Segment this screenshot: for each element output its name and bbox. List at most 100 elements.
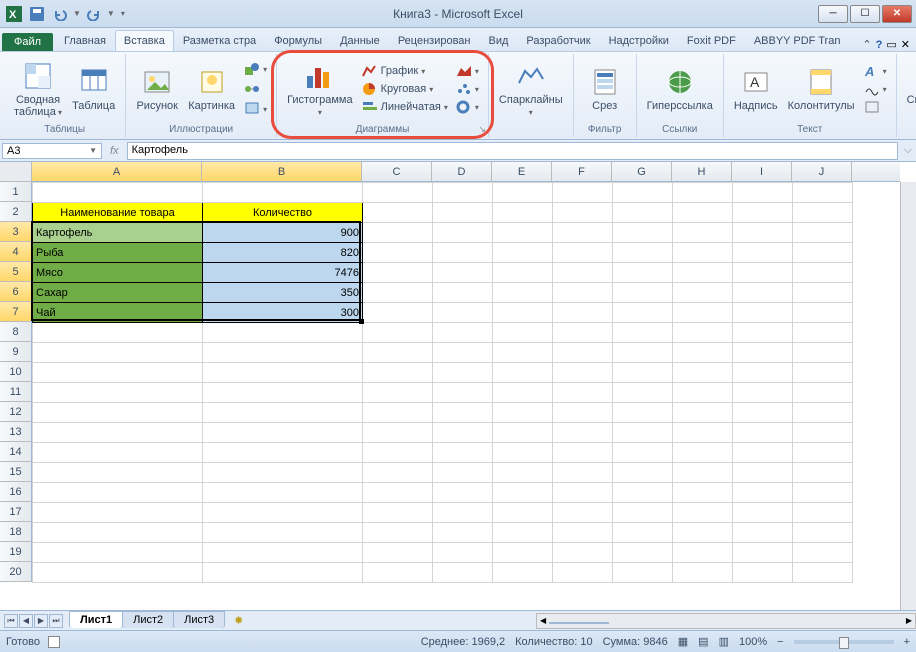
hyperlink-button[interactable]: Гиперссылка [643,64,717,114]
cell-H7[interactable] [673,303,733,323]
cell-D10[interactable] [433,363,493,383]
save-icon[interactable] [27,4,47,24]
cell-H5[interactable] [673,263,733,283]
row-header-8[interactable]: 8 [0,322,31,342]
col-header-D[interactable]: D [432,162,492,181]
sheet-tab-1[interactable]: Лист2 [122,611,174,628]
cell-G15[interactable] [613,463,673,483]
cell-D5[interactable] [433,263,493,283]
last-sheet-icon[interactable]: ⏭ [49,614,63,628]
cell-I6[interactable] [733,283,793,303]
ribbon-tab-2[interactable]: Разметка стра [174,30,265,51]
cell-F20[interactable] [553,563,613,583]
cell-F13[interactable] [553,423,613,443]
cell-A19[interactable] [33,543,203,563]
cell-J4[interactable] [793,243,853,263]
row-header-11[interactable]: 11 [0,382,31,402]
cell-J15[interactable] [793,463,853,483]
cell-H17[interactable] [673,503,733,523]
cell-J6[interactable] [793,283,853,303]
row-header-14[interactable]: 14 [0,442,31,462]
cell-I8[interactable] [733,323,793,343]
cell-A1[interactable] [33,183,203,203]
ribbon-tab-5[interactable]: Рецензирован [389,30,480,51]
cell-B19[interactable] [203,543,363,563]
cell-J14[interactable] [793,443,853,463]
pivot-table-button[interactable]: Сводная таблица [10,58,66,120]
cell-B12[interactable] [203,403,363,423]
ribbon-tab-8[interactable]: Надстройки [600,30,678,51]
cell-D7[interactable] [433,303,493,323]
select-all-corner[interactable] [0,162,32,182]
ribbon-tab-4[interactable]: Данные [331,30,389,51]
cell-E20[interactable] [493,563,553,583]
cell-D12[interactable] [433,403,493,423]
cell-C3[interactable] [363,223,433,243]
dropdown-icon[interactable]: ▼ [107,9,115,18]
cell-G11[interactable] [613,383,673,403]
cell-F5[interactable] [553,263,613,283]
object-button[interactable] [861,99,890,115]
cell-C19[interactable] [363,543,433,563]
cell-E15[interactable] [493,463,553,483]
col-header-E[interactable]: E [492,162,552,181]
ribbon-tab-6[interactable]: Вид [480,30,518,51]
cell-I18[interactable] [733,523,793,543]
row-header-9[interactable]: 9 [0,342,31,362]
cell-F12[interactable] [553,403,613,423]
cell-D9[interactable] [433,343,493,363]
cell-J8[interactable] [793,323,853,343]
cell-B3[interactable]: 900 [203,223,363,243]
help-icon[interactable]: ? [876,39,883,51]
col-header-H[interactable]: H [672,162,732,181]
cell-G19[interactable] [613,543,673,563]
cell-I19[interactable] [733,543,793,563]
mdi-minimize-icon[interactable]: ▭ [886,38,896,51]
expand-formula-icon[interactable]: ⌵ [900,144,916,157]
cell-D1[interactable] [433,183,493,203]
table-button[interactable]: Таблица [68,64,119,114]
cell-A12[interactable] [33,403,203,423]
cell-E5[interactable] [493,263,553,283]
cell-C20[interactable] [363,563,433,583]
clipart-button[interactable]: Картинка [184,64,239,114]
cell-I12[interactable] [733,403,793,423]
screenshot-button[interactable] [241,100,270,118]
cell-G16[interactable] [613,483,673,503]
cell-H1[interactable] [673,183,733,203]
cell-J13[interactable] [793,423,853,443]
cell-G7[interactable] [613,303,673,323]
cell-F4[interactable] [553,243,613,263]
row-header-19[interactable]: 19 [0,542,31,562]
cell-A6[interactable]: Сахар [33,283,203,303]
cell-E2[interactable] [493,203,553,223]
col-header-F[interactable]: F [552,162,612,181]
vertical-scrollbar[interactable] [900,182,916,610]
sheet-tab-0[interactable]: Лист1 [69,611,123,628]
formula-input[interactable]: Картофель [127,142,898,160]
smartart-button[interactable] [241,80,270,98]
ribbon-tab-9[interactable]: Foxit PDF [678,30,745,51]
row-header-12[interactable]: 12 [0,402,31,422]
cell-D8[interactable] [433,323,493,343]
col-header-A[interactable]: A [32,162,202,181]
cell-H12[interactable] [673,403,733,423]
row-header-1[interactable]: 1 [0,182,31,202]
cell-C15[interactable] [363,463,433,483]
view-pagebreak-icon[interactable]: ▥ [719,635,729,648]
cell-J1[interactable] [793,183,853,203]
row-header-7[interactable]: 7 [0,302,31,322]
cell-A14[interactable] [33,443,203,463]
cell-B1[interactable] [203,183,363,203]
cell-E9[interactable] [493,343,553,363]
cell-J18[interactable] [793,523,853,543]
cell-A15[interactable] [33,463,203,483]
cell-F17[interactable] [553,503,613,523]
close-button[interactable]: ✕ [882,5,912,23]
wordart-button[interactable]: A [861,63,890,79]
symbol-button[interactable]: Ω Символы [903,58,916,120]
cell-I1[interactable] [733,183,793,203]
cell-E11[interactable] [493,383,553,403]
cell-F2[interactable] [553,203,613,223]
row-header-5[interactable]: 5 [0,262,31,282]
